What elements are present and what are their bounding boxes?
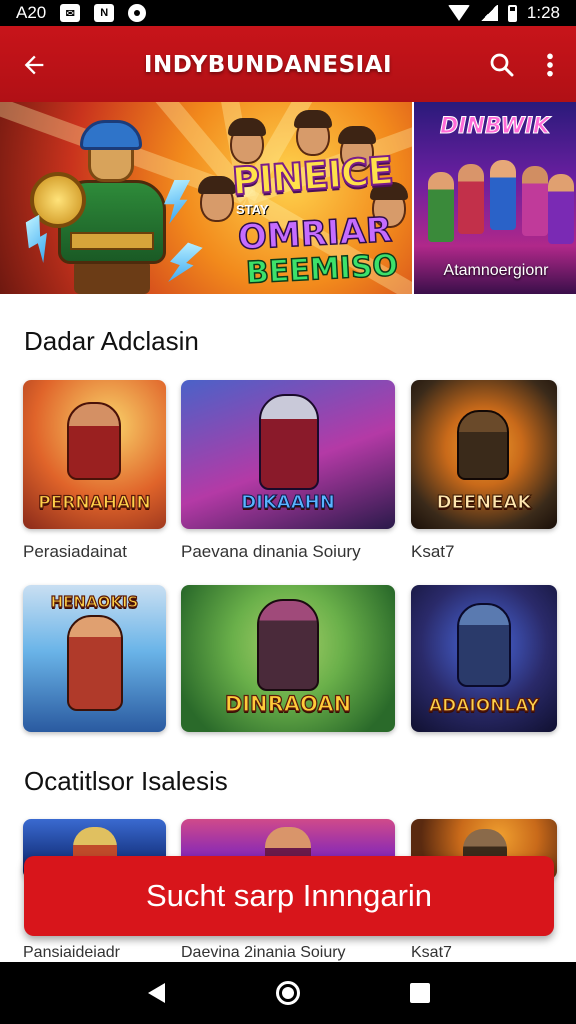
more-options-button[interactable] — [530, 37, 570, 93]
character-figure — [67, 402, 121, 480]
section-title: Ocatitlsor Isalesis — [24, 766, 228, 796]
character-figure — [259, 394, 319, 490]
nav-recents-icon — [410, 983, 430, 1003]
game-card-title[interactable]: Daevina 2inania Soiury — [181, 944, 346, 962]
hero-belt — [70, 232, 154, 250]
nav-back-button[interactable] — [131, 968, 181, 1018]
game-card[interactable]: HENAOKIS — [23, 585, 166, 732]
game-card-logo: HENAOKIS — [50, 592, 139, 611]
search-button[interactable] — [474, 37, 530, 93]
mail-icon: ✉ — [60, 4, 81, 22]
game-card[interactable]: DIKAAHN — [181, 380, 395, 529]
app-title: INDYBUNDANESIAI — [143, 52, 393, 78]
nav-recents-button[interactable] — [395, 968, 445, 1018]
game-card-logo: DIKAAHN — [241, 492, 336, 514]
status-left: A20 ✉ N — [16, 3, 147, 23]
banner-side-caption: Atamnoergionr — [443, 262, 549, 279]
hero-helmet — [80, 120, 142, 150]
status-clock: 1:28 — [526, 3, 560, 22]
arrow-left-icon — [24, 55, 44, 75]
record-icon — [128, 4, 147, 22]
character-figure — [490, 160, 516, 230]
banner-main-slide[interactable]: PINEICE STAY OMRIAR BEEMISO — [0, 102, 412, 294]
game-card-title[interactable]: Paevana dinania Soiury — [181, 542, 361, 562]
hero-legs — [74, 260, 150, 294]
system-navigation-bar — [0, 962, 576, 1024]
game-card[interactable]: DEENEAK — [411, 380, 557, 529]
character-figure — [458, 164, 484, 234]
character-figure — [548, 174, 574, 244]
banner-side-logo: DINBWIK — [440, 114, 551, 140]
nav-home-button[interactable] — [263, 968, 313, 1018]
nav-home-icon — [276, 981, 300, 1005]
character-figure — [457, 603, 511, 687]
battery-icon — [507, 4, 517, 22]
game-card-logo: ADAIONLAY — [428, 695, 540, 716]
signal-icon — [479, 5, 498, 21]
game-card[interactable]: ADAIONLAY — [411, 585, 557, 732]
game-card-logo: PERNAHAIN — [38, 492, 152, 513]
banner-title-line4: BEEMISO — [244, 247, 399, 291]
character-figure — [257, 599, 319, 691]
search-icon — [490, 53, 514, 77]
character-figure — [457, 410, 509, 480]
game-card-logo: DINRAOAN — [224, 691, 352, 716]
hero-warrior-illustration — [30, 120, 180, 294]
status-right: 1:28 — [447, 3, 560, 23]
more-vert-icon — [547, 53, 553, 77]
game-card-title[interactable]: Perasiadainat — [23, 542, 127, 562]
game-card[interactable]: PERNAHAIN — [23, 380, 166, 529]
banner-title-line2: STAY — [236, 202, 269, 217]
app-bar: INDYBUNDANESIAI — [0, 26, 576, 104]
game-card-title[interactable]: Pansiaideiadr — [23, 944, 120, 962]
game-card[interactable]: DINRAOAN — [181, 585, 395, 732]
primary-action-button[interactable]: Sucht sarp Innngarin — [24, 856, 554, 936]
notification-icon: N — [94, 4, 115, 22]
game-card-title[interactable]: Ksat7 — [411, 542, 454, 562]
character-hair — [198, 176, 236, 194]
game-card-title[interactable]: Ksat7 — [411, 944, 452, 962]
section-title: Dadar Adclasin — [24, 326, 199, 356]
character-hair — [294, 110, 332, 128]
character-hair — [228, 118, 266, 136]
wifi-icon — [447, 5, 470, 21]
status-bar: A20 ✉ N 1:28 — [0, 0, 576, 26]
game-card-logo: DEENEAK — [436, 492, 532, 514]
status-time: A20 — [16, 3, 47, 22]
nav-back-icon — [147, 983, 165, 1003]
character-figure — [428, 172, 454, 242]
banner-next-slide[interactable]: DINBWIK Atamnoergionr — [412, 102, 576, 294]
character-figure — [67, 615, 123, 711]
character-hair — [338, 126, 376, 144]
character-figure — [522, 166, 548, 236]
featured-banner-carousel[interactable]: PINEICE STAY OMRIAR BEEMISO DINBWIK Atam… — [0, 102, 576, 294]
back-button[interactable] — [6, 37, 62, 93]
app-screen: A20 ✉ N 1:28 INDYBUNDANESIAI PINEICE STA… — [0, 0, 576, 1024]
